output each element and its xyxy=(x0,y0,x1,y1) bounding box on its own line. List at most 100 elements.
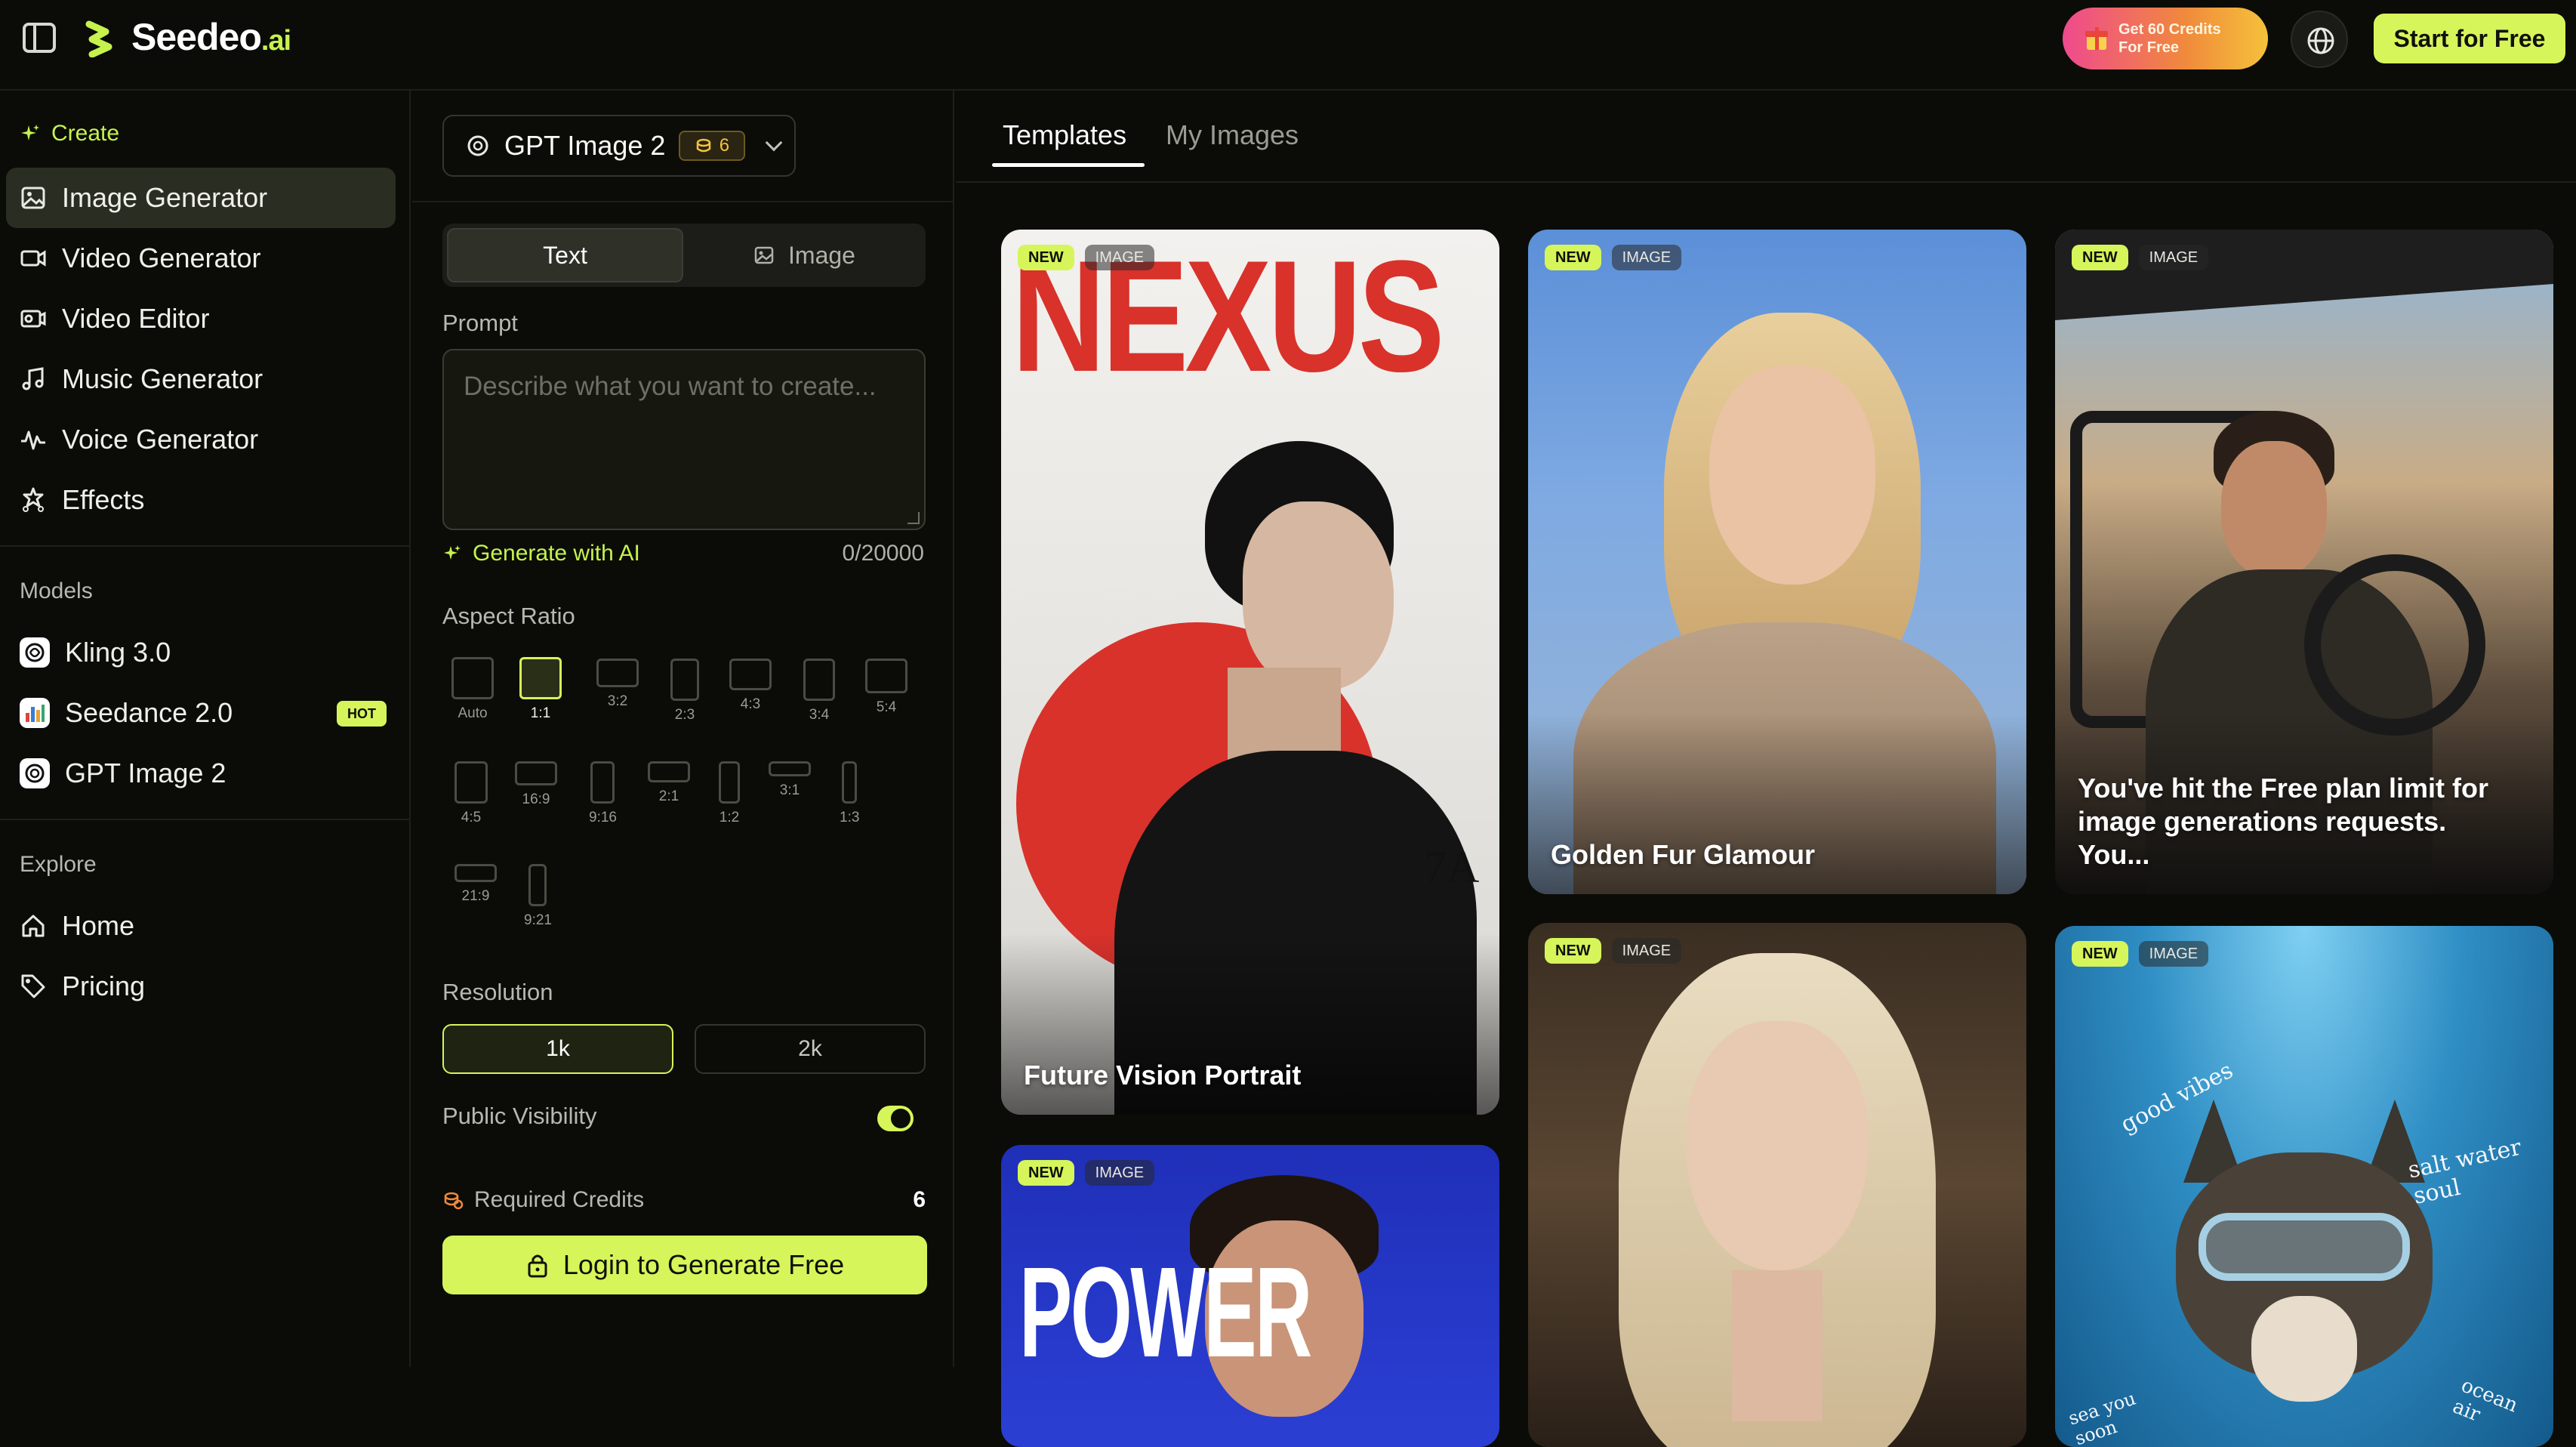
model-select-dropdown[interactable]: GPT Image 2 6 xyxy=(442,115,796,177)
template-card[interactable]: NEW IMAGE You've hit the Free plan limit… xyxy=(2055,230,2553,894)
video-editor-icon xyxy=(20,310,46,328)
resolution-2k-button[interactable]: 2k xyxy=(695,1024,926,1074)
language-button[interactable] xyxy=(2291,11,2348,68)
ratio-option-3-2[interactable]: 3:2 xyxy=(596,659,639,710)
sidebar-item-seedance[interactable]: Seedance 2.0 HOT xyxy=(6,683,396,743)
aspect-ratio-label: Aspect Ratio xyxy=(442,603,575,629)
ratio-option-3-4[interactable]: 3:4 xyxy=(803,659,835,724)
tab-templates[interactable]: Templates xyxy=(1003,119,1126,151)
ratio-option-5-4[interactable]: 5:4 xyxy=(865,659,907,716)
template-card[interactable]: NEW IMAGE Golden Fur Glamour xyxy=(1528,230,2026,894)
template-card[interactable]: POWER NEW IMAGE xyxy=(1001,1145,1499,1447)
ratio-label: 5:4 xyxy=(876,699,897,715)
sidebar-item-kling[interactable]: Kling 3.0 xyxy=(6,622,396,683)
logo-text[interactable]: Seedeo.ai xyxy=(131,15,291,59)
ratio-option-21-9[interactable]: 21:9 xyxy=(454,864,497,905)
sidebar-item-label: Pricing xyxy=(62,970,146,1001)
ratio-label: 1:2 xyxy=(719,810,740,825)
active-tab-indicator xyxy=(992,163,1145,167)
sidebar-item-label: Home xyxy=(62,910,135,941)
promo-line-1: Get 60 Credits xyxy=(2118,21,2221,38)
ratio-option-1-1[interactable]: 1:1 xyxy=(519,657,562,722)
template-card[interactable]: good vibes salt water soul sea you soon … xyxy=(2055,926,2553,1447)
panel-divider xyxy=(412,201,953,202)
sidebar-item-gpt-image[interactable]: GPT Image 2 xyxy=(6,743,396,804)
get-credits-button[interactable]: Get 60 Credits For Free xyxy=(2063,8,2268,69)
image-badge: IMAGE xyxy=(2138,941,2209,967)
ratio-option-4-5[interactable]: 4:5 xyxy=(454,761,488,826)
image-icon xyxy=(21,187,45,209)
waveform-icon xyxy=(21,430,45,450)
sidebar-item-pricing[interactable]: Pricing xyxy=(6,956,396,1017)
image-badge: IMAGE xyxy=(1611,245,1682,270)
sidebar-toggle-icon[interactable] xyxy=(23,23,56,53)
ratio-option-9-16[interactable]: 9:16 xyxy=(589,761,617,826)
lock-icon xyxy=(528,1254,547,1278)
chevron-down-icon xyxy=(766,134,783,152)
sidebar-item-music-generator[interactable]: Music Generator xyxy=(6,349,396,409)
generator-settings-panel: GPT Image 2 6 Text Image Prompt Describe… xyxy=(412,91,954,1367)
ratio-option-16-9[interactable]: 16:9 xyxy=(515,761,557,808)
coins-icon xyxy=(444,1192,464,1210)
model-credit-value: 6 xyxy=(719,135,730,156)
portrait-figure xyxy=(1588,953,1966,1447)
sidebar-item-video-editor[interactable]: Video Editor xyxy=(6,288,396,349)
sidebar-item-label: Effects xyxy=(62,484,145,515)
tab-my-images[interactable]: My Images xyxy=(1166,119,1299,151)
doodle-text: sea you soon xyxy=(2066,1387,2139,1447)
sidebar-item-voice-generator[interactable]: Voice Generator xyxy=(6,409,396,470)
generate-with-ai-label: Generate with AI xyxy=(473,541,640,566)
sidebar-item-image-generator[interactable]: Image Generator xyxy=(6,168,396,228)
sidebar-item-label: Image Generator xyxy=(62,182,268,213)
card-title: Golden Fur Glamour xyxy=(1551,839,1816,870)
ratio-label: Auto xyxy=(458,705,488,721)
sidebar-item-video-generator[interactable]: Video Generator xyxy=(6,228,396,288)
ratio-option-1-3[interactable]: 1:3 xyxy=(840,761,859,826)
ratio-option-3-1[interactable]: 3:1 xyxy=(769,761,811,799)
resolution-1k-button[interactable]: 1k xyxy=(442,1024,673,1074)
home-icon xyxy=(22,915,45,937)
template-card[interactable]: NEXUS 7A NEW IMAGE Future Vision Portrai… xyxy=(1001,230,1499,1115)
ratio-option-2-1[interactable]: 2:1 xyxy=(648,761,690,805)
new-badge: NEW xyxy=(1018,245,1074,270)
card-badges: NEW IMAGE xyxy=(1545,245,1682,270)
card-badges: NEW IMAGE xyxy=(1545,938,1682,964)
logo-icon xyxy=(85,20,112,57)
dog-figure xyxy=(2168,1100,2440,1447)
prompt-label: Prompt xyxy=(442,310,518,336)
ratio-label: 9:16 xyxy=(589,810,617,825)
new-badge: NEW xyxy=(2072,245,2128,270)
sidebar-item-home[interactable]: Home xyxy=(6,896,396,956)
sidebar-item-effects[interactable]: Effects xyxy=(6,470,396,530)
required-credits-label: Required Credits xyxy=(474,1187,645,1212)
mode-text-tab[interactable]: Text xyxy=(447,228,683,282)
generate-with-ai-button[interactable]: Generate with AI xyxy=(442,541,640,566)
promo-text: Get 60 Credits For Free xyxy=(2118,20,2262,57)
start-for-free-button[interactable]: Start for Free xyxy=(2374,14,2565,63)
ratio-option-2-3[interactable]: 2:3 xyxy=(670,659,699,724)
poster-mark: 7A xyxy=(1424,842,1480,892)
prompt-textarea[interactable]: Describe what you want to create... xyxy=(442,349,926,530)
prompt-char-count: 0/20000 xyxy=(842,541,924,566)
create-label: Create xyxy=(51,121,120,146)
ratio-label: 21:9 xyxy=(461,888,490,904)
public-visibility-toggle[interactable] xyxy=(877,1106,914,1131)
new-badge: NEW xyxy=(1545,938,1601,964)
promo-line-2: For Free xyxy=(2118,39,2180,56)
ratio-option-4-3[interactable]: 4:3 xyxy=(729,659,772,713)
globe-icon xyxy=(2307,27,2334,54)
ratio-option-1-2[interactable]: 1:2 xyxy=(719,761,740,826)
hot-badge: HOT xyxy=(337,701,387,727)
login-to-generate-button[interactable]: Login to Generate Free xyxy=(442,1236,927,1294)
template-card[interactable]: NEW IMAGE xyxy=(1528,923,2026,1447)
sparkle-icon xyxy=(444,545,461,560)
ratio-option-auto[interactable]: Auto xyxy=(451,657,494,722)
ratio-label: 3:2 xyxy=(607,693,628,709)
new-badge: NEW xyxy=(1018,1160,1074,1186)
ratio-option-9-21[interactable]: 9:21 xyxy=(524,864,552,929)
mode-image-tab[interactable]: Image xyxy=(688,228,921,282)
ratio-label: 1:1 xyxy=(530,705,551,721)
sparkle-icon xyxy=(21,125,39,140)
explore-section-title: Explore xyxy=(20,852,97,877)
sidebar-item-label: Kling 3.0 xyxy=(65,637,171,668)
